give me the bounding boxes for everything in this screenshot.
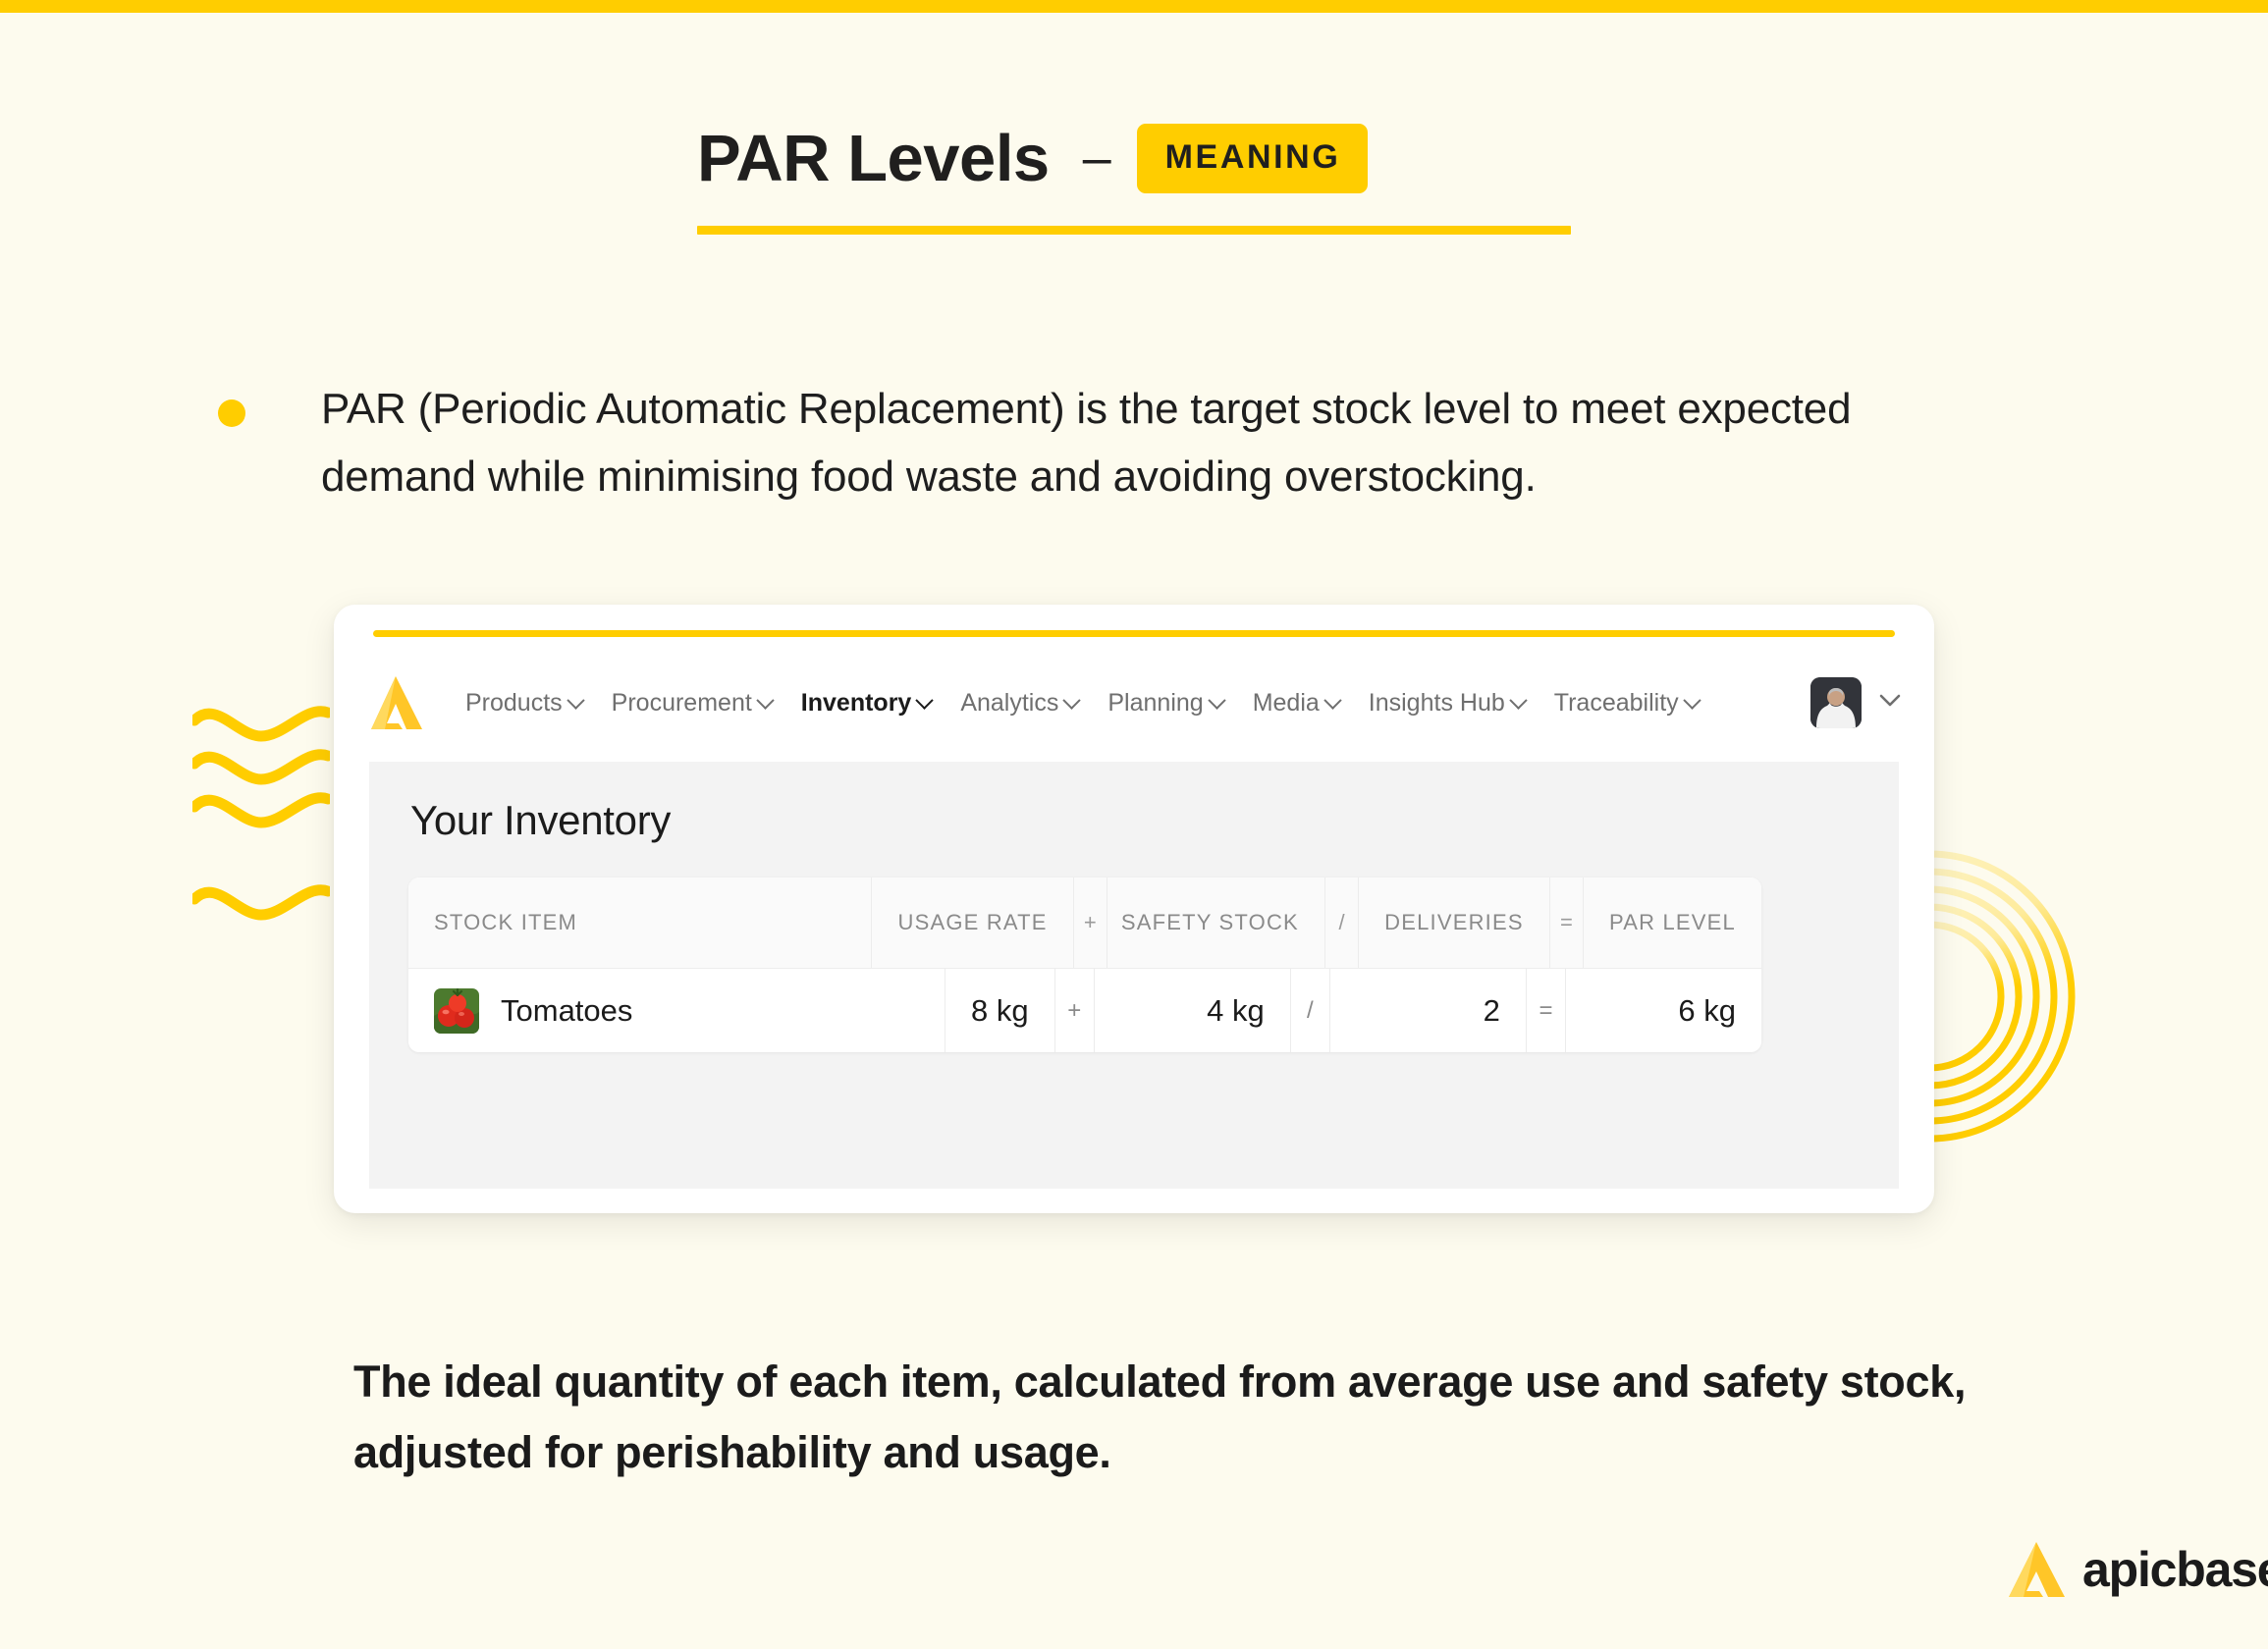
definition-text: The ideal quantity of each item, calcula… (353, 1356, 1967, 1477)
nav-item-inventory[interactable]: Inventory (800, 688, 935, 718)
nav-item-products[interactable]: Products (465, 688, 585, 718)
nav-label: Analytics (960, 688, 1059, 717)
inventory-table: STOCK ITEM USAGE RATE + SAFETY STOCK / D… (408, 878, 1761, 1052)
nav-item-analytics[interactable]: Analytics (960, 688, 1082, 718)
nav-item-traceability[interactable]: Traceability (1553, 688, 1701, 718)
chevron-down-icon (566, 690, 585, 710)
td-stock-item: Tomatoes (408, 969, 945, 1052)
app-nav-user-area (1810, 677, 1901, 728)
nav-label: Procurement (611, 688, 752, 717)
table-row[interactable]: Tomatoes 8 kg + 4 kg / 2 = 6 kg (408, 968, 1761, 1052)
app-screenshot-card: Products Procurement Inventory Analytics… (334, 605, 1934, 1213)
intro-bullet-text: PAR (Periodic Automatic Replacement) is … (321, 385, 1852, 501)
th-stock-item: STOCK ITEM (434, 910, 578, 934)
meaning-badge: MEANING (1136, 123, 1369, 193)
user-menu-chevron-icon[interactable] (1879, 694, 1901, 713)
nav-label: Insights Hub (1368, 688, 1505, 717)
th-par-level: PAR LEVEL (1582, 878, 1761, 968)
title-dash: – (1082, 130, 1111, 186)
td-deliveries: 2 (1328, 969, 1526, 1052)
page-title: PAR Levels (697, 121, 1050, 195)
nav-label: Media (1252, 688, 1320, 717)
footer-brand: apicbase (2006, 1539, 2268, 1600)
th-usage-rate: USAGE RATE (871, 878, 1072, 968)
td-usage-rate: 8 kg (945, 969, 1054, 1052)
chevron-down-icon (1323, 690, 1342, 710)
chevron-down-icon (1682, 690, 1701, 710)
app-navbar: Products Procurement Inventory Analytics… (334, 649, 1934, 757)
nav-label: Products (465, 688, 563, 717)
app-nav-items: Products Procurement Inventory Analytics… (465, 689, 1810, 718)
nav-label: Planning (1107, 688, 1204, 717)
concentric-circles-decoration-icon (1919, 839, 2253, 1153)
wave-decoration-icon (189, 703, 334, 929)
th-operator-equals: = (1548, 878, 1583, 968)
th-safety-stock: SAFETY STOCK (1106, 878, 1324, 968)
nav-item-media[interactable]: Media (1252, 688, 1342, 718)
th-deliveries: DELIVERIES (1358, 878, 1549, 968)
td-operator-equals: = (1525, 969, 1565, 1052)
nav-item-planning[interactable]: Planning (1107, 688, 1226, 718)
td-operator-divide: / (1289, 969, 1329, 1052)
th-operator-divide: / (1323, 878, 1358, 968)
inventory-page-title: Your Inventory (410, 797, 672, 843)
card-top-accent (373, 630, 1895, 637)
brand-name: apicbase (2082, 1542, 2268, 1597)
table-header-row: STOCK ITEM USAGE RATE + SAFETY STOCK / D… (408, 878, 1761, 968)
avatar[interactable] (1810, 677, 1862, 728)
stock-item-name: Tomatoes (501, 992, 633, 1028)
app-content-pane: Your Inventory STOCK ITEM USAGE RATE + S… (369, 762, 1899, 1189)
td-operator-plus: + (1053, 969, 1094, 1052)
bullet-dot-icon (218, 399, 245, 427)
th-operator-plus: + (1072, 878, 1107, 968)
nav-item-insights-hub[interactable]: Insights Hub (1368, 688, 1528, 718)
tomatoes-thumbnail-icon (434, 987, 479, 1034)
chevron-down-icon (1207, 690, 1226, 710)
definition-block: The ideal quantity of each item, calcula… (243, 1347, 2030, 1488)
apicbase-logo-icon (2006, 1539, 2067, 1600)
nav-label: Inventory (800, 688, 912, 717)
td-par-level: 6 kg (1565, 969, 1761, 1052)
chevron-down-icon (915, 690, 935, 710)
top-accent-bar (0, 0, 2268, 13)
chevron-down-icon (1062, 690, 1082, 710)
nav-label: Traceability (1553, 688, 1679, 717)
page-title-block: PAR Levels – MEANING (697, 116, 1581, 235)
chevron-down-icon (756, 690, 775, 710)
apicbase-logo-icon[interactable] (369, 674, 424, 731)
intro-bullet: PAR (Periodic Automatic Replacement) is … (218, 375, 2015, 510)
nav-item-procurement[interactable]: Procurement (611, 688, 775, 718)
chevron-down-icon (1509, 690, 1528, 710)
td-safety-stock: 4 kg (1093, 969, 1290, 1052)
title-underline (697, 226, 1571, 235)
